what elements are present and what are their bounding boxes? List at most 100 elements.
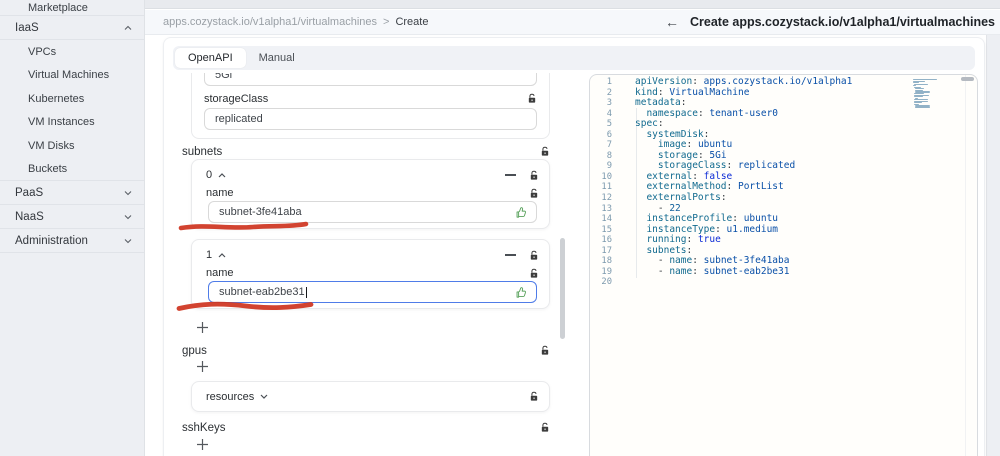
unlock-icon (530, 250, 538, 260)
name-label: name (206, 187, 234, 199)
unlock-icon (530, 268, 538, 278)
sshkeys-label: sshKeys (182, 421, 226, 434)
sidebar-item-label: IaaS (15, 21, 39, 34)
minimap-line (915, 106, 930, 109)
add-gpu-button[interactable] (195, 359, 209, 373)
line-number: 20 (601, 277, 612, 288)
resources-label: resources (206, 390, 255, 403)
page-header: apps.cozystack.io/v1alpha1/virtualmachin… (145, 10, 1000, 35)
line-number: 17 (601, 245, 612, 256)
minimap-slider[interactable] (961, 77, 974, 81)
tab-manual[interactable]: Manual (246, 48, 308, 68)
page-scrollbar-track[interactable] (986, 35, 1000, 456)
chevron-down-icon (124, 214, 132, 219)
chevron-up-icon (218, 172, 226, 177)
line-number: 6 (606, 129, 612, 140)
form-pane: 5Gi storageClass replicated subnets 0 na… (174, 73, 558, 456)
line-number: 3 (606, 98, 612, 109)
systemdisk-card: 5Gi storageClass replicated (191, 73, 550, 139)
sidebar-item-label: NaaS (15, 210, 44, 223)
sidebar-item-buckets[interactable]: Buckets (0, 158, 144, 181)
sidebar-item-administration[interactable]: Administration (0, 229, 144, 253)
storage-input[interactable]: 5Gi (204, 73, 537, 86)
editor-scrollbar-track[interactable] (965, 75, 966, 456)
sidebar-item-label: VPCs (28, 45, 57, 58)
code-line[interactable]: 19 - name: subnet-eab2be31 (590, 266, 977, 278)
chevron-down-icon (260, 394, 268, 399)
unlock-icon (541, 146, 549, 156)
line-number: 19 (601, 266, 612, 277)
subnet-1-name-input[interactable]: subnet-eab2be31 (208, 281, 537, 303)
sidebar-item-label: Buckets (28, 162, 68, 175)
content-card: OpenAPI Manual 5Gi storageClass replicat… (163, 37, 985, 456)
sidebar-item-iaas[interactable]: IaaS (0, 16, 144, 40)
subnet-item-1-collapse[interactable]: 1 (206, 249, 226, 261)
page-title: ← Create apps.cozystack.io/v1alpha1/virt… (665, 10, 995, 34)
line-number: 1 (606, 77, 612, 87)
sidebar-item-label: PaaS (15, 186, 44, 199)
line-number: 14 (601, 214, 612, 225)
unlock-icon (541, 345, 549, 355)
add-sshkey-button[interactable] (195, 437, 209, 451)
subnet-0-name-input[interactable]: subnet-3fe41aba (208, 201, 537, 223)
sidebar-item-label: Marketplace (28, 2, 88, 14)
name-label: name (206, 267, 234, 279)
sidebar-item-label: Administration (15, 234, 88, 247)
editor-minimap[interactable] (913, 79, 955, 119)
line-number: 5 (606, 119, 612, 130)
unlock-icon (530, 170, 538, 180)
text-cursor (305, 286, 307, 298)
storageclass-input[interactable]: replicated (204, 108, 537, 130)
line-number: 9 (606, 161, 612, 172)
line-number: 12 (601, 193, 612, 204)
sidebar-item-kubernetes[interactable]: Kubernetes (0, 87, 144, 111)
plus-icon (196, 438, 208, 450)
plus-icon (196, 321, 208, 333)
sidebar-item-paas[interactable]: PaaS (0, 181, 144, 205)
sidebar-item-vm-instances[interactable]: VM Instances (0, 111, 144, 135)
form-scrollbar-thumb[interactable] (560, 238, 565, 339)
line-number: 7 (606, 140, 612, 151)
sidebar-item-label: VM Instances (28, 116, 95, 129)
breadcrumb-separator: > (383, 16, 390, 28)
sidebar-item-label: Kubernetes (28, 92, 85, 105)
sidebar-item-vm-disks[interactable]: VM Disks (0, 134, 144, 158)
line-number: 10 (601, 171, 612, 182)
unlock-icon (530, 188, 538, 198)
resources-card[interactable]: resources (191, 381, 550, 412)
chevron-up-icon (124, 25, 132, 30)
line-number: 4 (606, 108, 612, 119)
line-number: 13 (601, 203, 612, 214)
sidebar-item-label: Virtual Machines (28, 69, 110, 82)
add-subnet-button[interactable] (195, 320, 209, 334)
minimap-line (914, 92, 924, 95)
subnets-label: subnets (182, 145, 223, 158)
sidebar-item-virtual-machines[interactable]: Virtual Machines (0, 64, 144, 88)
minimap-line (914, 83, 929, 85)
breadcrumb-path[interactable]: apps.cozystack.io/v1alpha1/virtualmachin… (163, 16, 377, 28)
form-scrollbar[interactable] (560, 73, 565, 456)
sidebar-item-naas[interactable]: NaaS (0, 205, 144, 229)
tab-openapi[interactable]: OpenAPI (175, 48, 246, 68)
plus-icon (196, 360, 208, 372)
breadcrumb: apps.cozystack.io/v1alpha1/virtualmachin… (163, 10, 428, 34)
unlock-icon (530, 391, 538, 401)
chevron-down-icon (124, 190, 132, 195)
unlock-icon (541, 422, 549, 432)
top-toolbar-remnant (145, 0, 1000, 9)
sidebar-item-marketplace[interactable]: Marketplace (0, 0, 144, 16)
line-number: 18 (601, 256, 612, 267)
sidebar-item-label: VM Disks (28, 139, 75, 152)
subnet-item-0-collapse[interactable]: 0 (206, 169, 226, 181)
line-number: 11 (601, 182, 612, 193)
back-arrow-icon[interactable]: ← (665, 15, 679, 29)
subnet-item-0-card: 0 name subnet-3fe41aba (191, 159, 550, 229)
app-window: Marketplace IaaS VPCs Virtual Machines Kuber… (0, 0, 1000, 456)
sidebar-item-vpcs[interactable]: VPCs (0, 40, 144, 64)
yaml-editor[interactable]: 1 apiVersion: apps.cozystack.io/v1alpha1 2… (589, 74, 978, 456)
line-number: 8 (606, 150, 612, 161)
remove-item-button[interactable] (505, 174, 516, 176)
unlock-icon (528, 93, 536, 103)
remove-item-button[interactable] (505, 254, 516, 256)
code-line[interactable]: 20 (590, 277, 977, 288)
